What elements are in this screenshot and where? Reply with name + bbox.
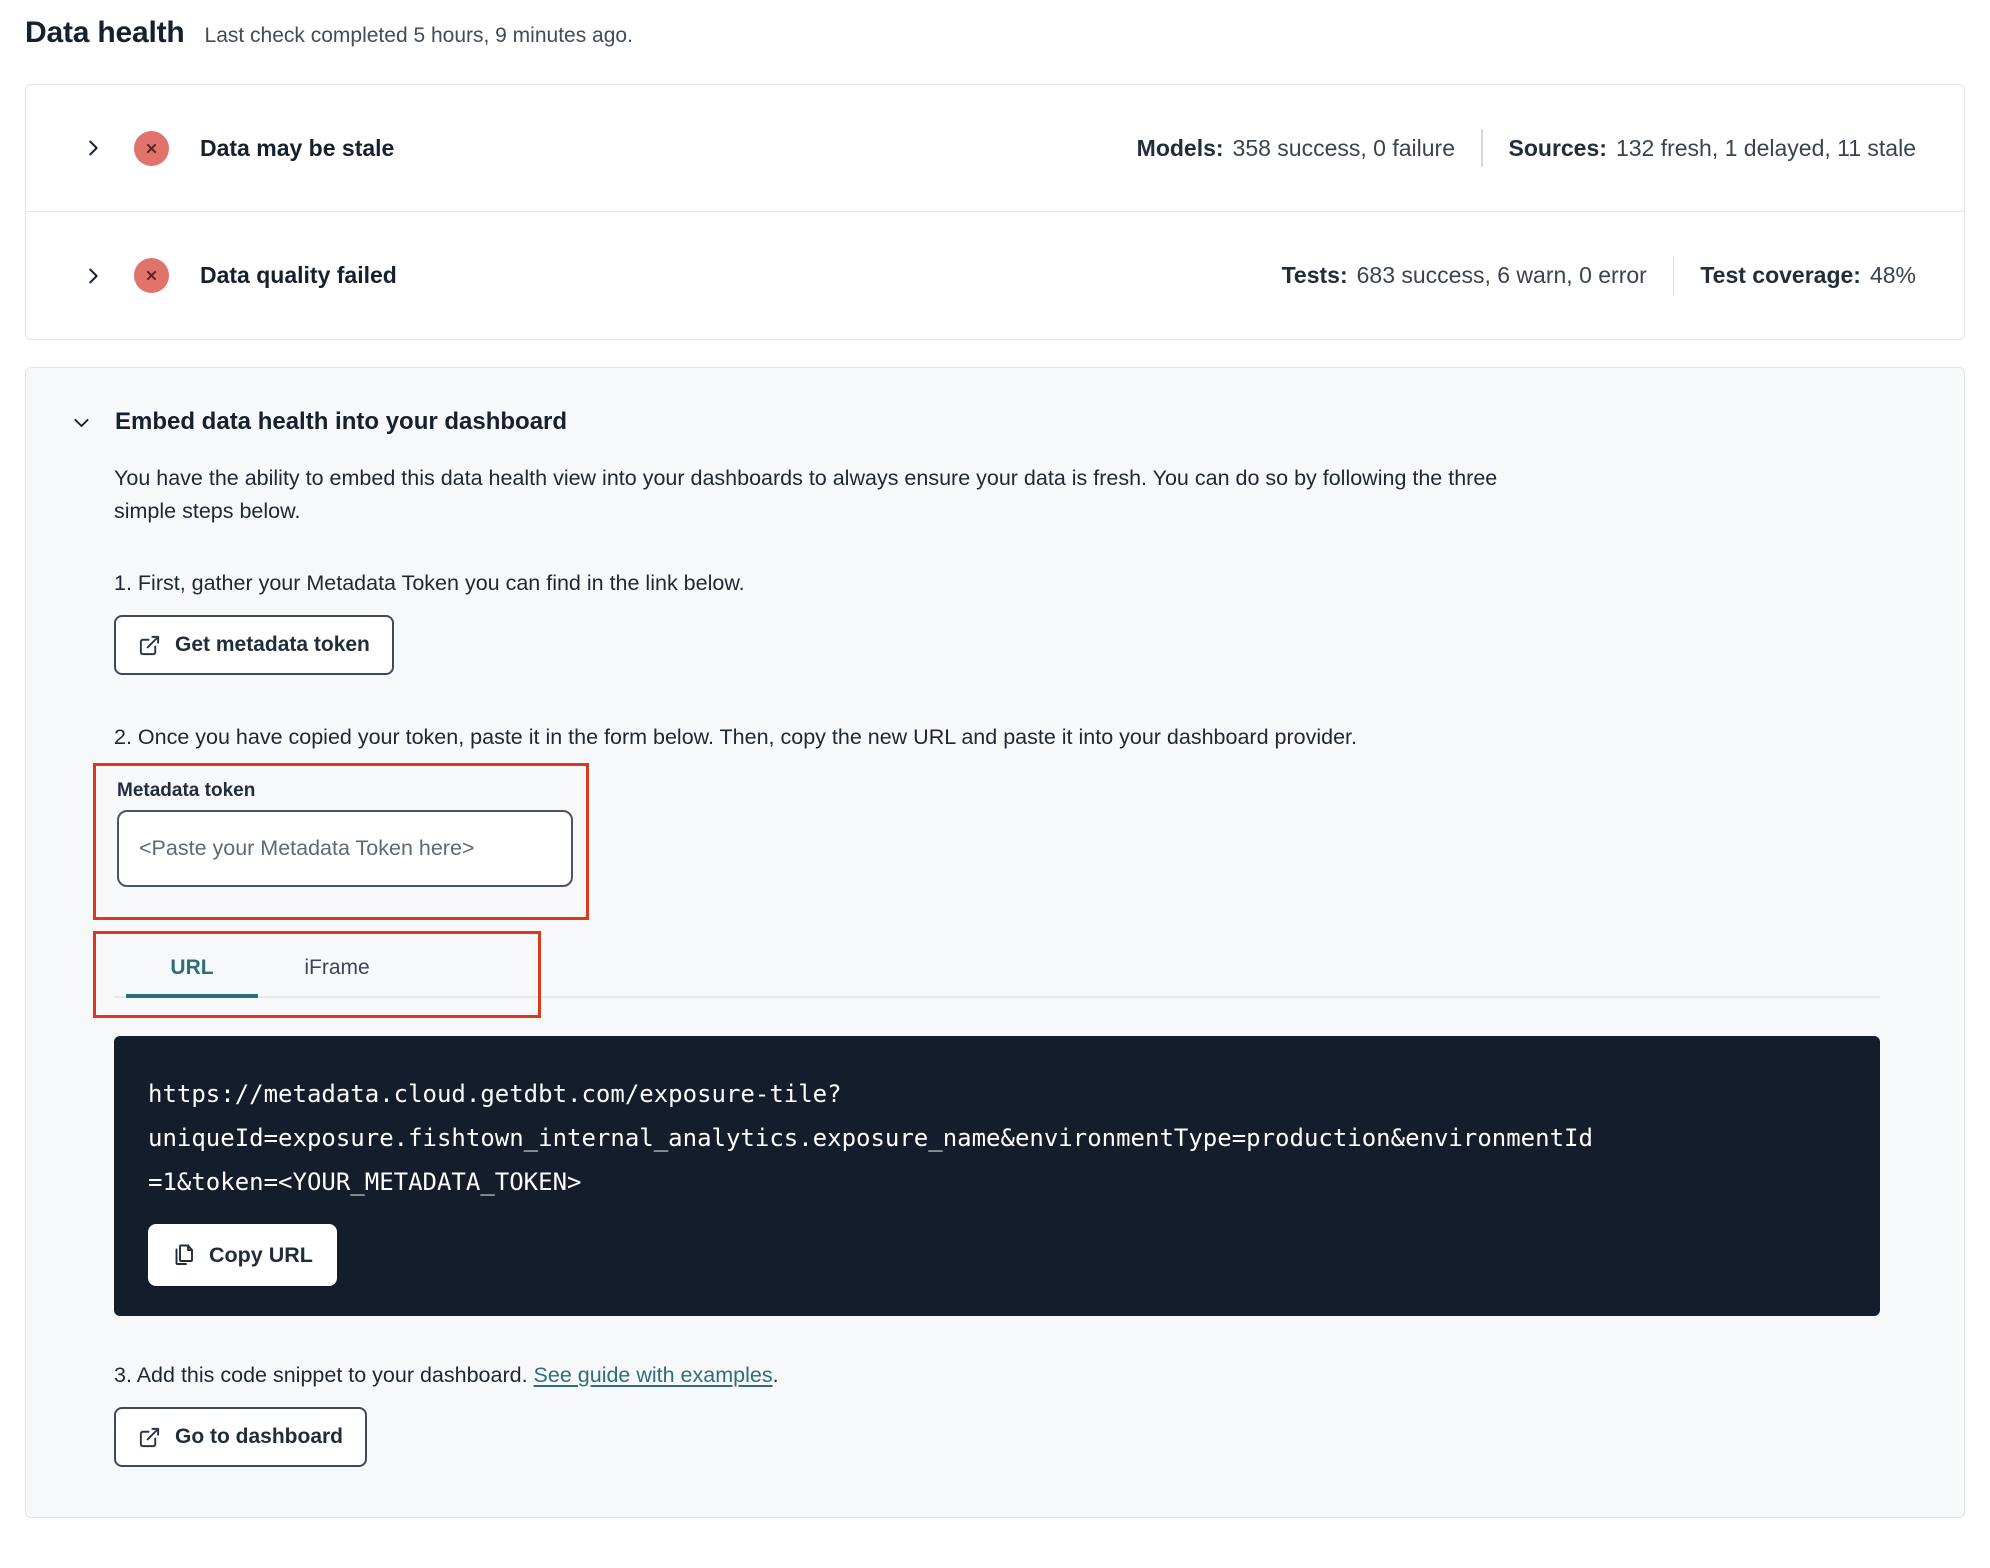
status-row-title: Data may be stale	[200, 134, 395, 161]
step-1-text: 1. First, gather your Metadata Token you…	[114, 571, 745, 595]
stat-coverage: Test coverage: 48%	[1700, 262, 1916, 288]
copy-url-label: Copy URL	[209, 1242, 313, 1267]
stat-divider	[1481, 129, 1483, 167]
error-status-icon	[134, 258, 169, 293]
stat-divider	[1672, 256, 1675, 295]
code-line: https://metadata.cloud.getdbt.com/exposu…	[148, 1080, 842, 1108]
status-row-title: Data quality failed	[200, 262, 397, 288]
code-line: =1&token=<YOUR_METADATA_TOKEN>	[148, 1168, 582, 1196]
step-3-text: 3. Add this code snippet to your dashboa…	[114, 1363, 779, 1387]
metadata-token-input[interactable]	[117, 810, 573, 887]
embed-section-body: You have the ability to embed this data …	[93, 462, 1919, 1467]
chevron-right-icon[interactable]	[82, 265, 104, 287]
go-to-dashboard-label: Go to dashboard	[175, 1425, 343, 1448]
last-check-text: Last check completed 5 hours, 9 minutes …	[204, 24, 633, 47]
tab-iframe[interactable]: iFrame	[268, 934, 406, 998]
chevron-down-icon[interactable]	[71, 412, 92, 433]
tabs-bar: URL iFrame	[114, 934, 1880, 998]
annotation-highlight-token: Metadata token	[93, 763, 589, 920]
stat-tests: Tests: 683 success, 6 warn, 0 error	[1281, 262, 1647, 288]
step-2-text: 2. Once you have copied your token, past…	[114, 725, 1357, 749]
status-row-stats: Tests: 683 success, 6 warn, 0 error Test …	[1281, 256, 1916, 295]
get-metadata-token-label: Get metadata token	[175, 633, 370, 656]
get-metadata-token-button[interactable]: Get metadata token	[114, 615, 394, 675]
page-title: Data health	[25, 16, 185, 49]
copy-url-button[interactable]: Copy URL	[148, 1224, 337, 1286]
go-to-dashboard-button[interactable]: Go to dashboard	[114, 1407, 367, 1467]
external-link-icon	[138, 1426, 161, 1449]
embed-section: Embed data health into your dashboard Yo…	[25, 367, 1965, 1518]
see-guide-link[interactable]: See guide with examples	[534, 1363, 773, 1387]
external-link-icon	[138, 634, 161, 657]
embed-url-code-block: https://metadata.cloud.getdbt.com/exposu…	[114, 1036, 1880, 1316]
code-line: uniqueId=exposure.fishtown_internal_anal…	[148, 1124, 1593, 1152]
status-row-stats: Models: 358 success, 0 failure Sources: 13…	[1137, 129, 1916, 167]
stat-sources: Sources: 132 fresh, 1 delayed, 11 stale	[1508, 134, 1917, 161]
status-row-stale[interactable]: Data may be stale Models: 358 success, 0 …	[26, 85, 1964, 212]
copy-icon	[172, 1243, 196, 1267]
embed-section-header[interactable]: Embed data health into your dashboard	[71, 408, 1919, 436]
embed-section-title: Embed data health into your dashboard	[115, 408, 568, 435]
embed-description: You have the ability to embed this data …	[114, 466, 1498, 523]
metadata-token-label: Metadata token	[117, 780, 256, 801]
tab-url[interactable]: URL	[126, 934, 258, 998]
status-card: Data may be stale Models: 358 success, 0 …	[25, 84, 1965, 340]
stat-models: Models: 358 success, 0 failure	[1136, 134, 1455, 161]
chevron-right-icon[interactable]	[82, 137, 104, 159]
status-row-quality[interactable]: Data quality failed Tests: 683 success, 6…	[26, 212, 1964, 339]
error-status-icon	[134, 130, 169, 166]
page-header: Data health Last check completed 5 hours…	[0, 0, 1990, 50]
output-tabs: URL iFrame	[93, 931, 1880, 1018]
